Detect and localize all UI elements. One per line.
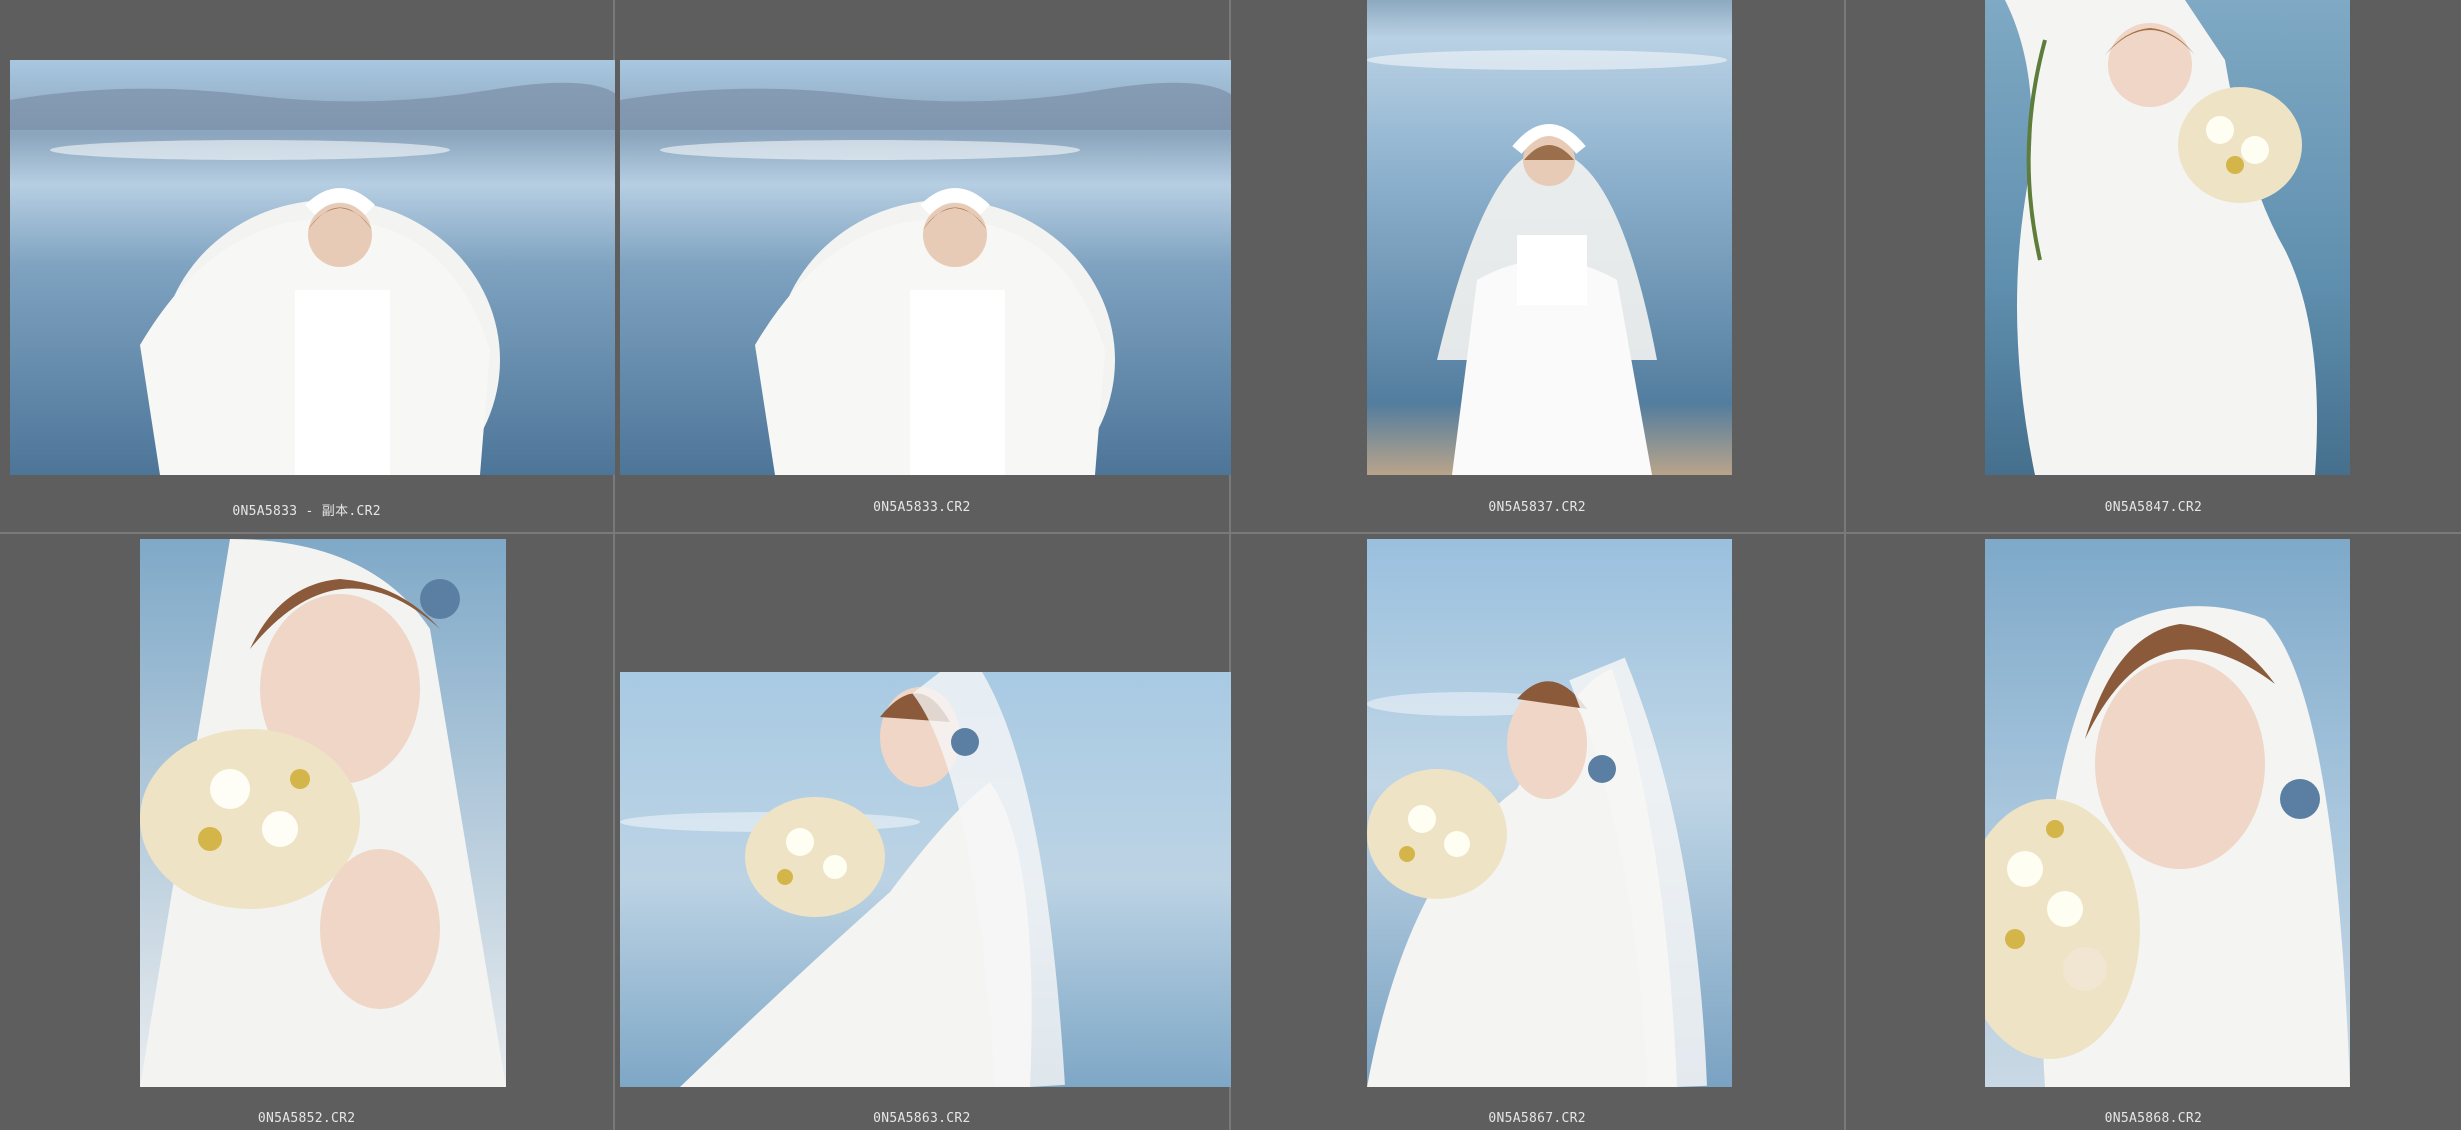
photo-thumbnail[interactable]: [140, 539, 506, 1087]
thumbnail-cell[interactable]: 0N5A5863.CR2: [615, 534, 1243, 1130]
photo-filename: 0N5A5863.CR2: [873, 1111, 971, 1126]
photo-thumbnail[interactable]: [10, 60, 625, 475]
thumbnail-cell[interactable]: 0N5A5868.CR2: [1845, 534, 2461, 1130]
photo-thumbnail[interactable]: [1366, 539, 1732, 1087]
thumbnail-cell[interactable]: 0N5A5833.CR2: [615, 0, 1243, 534]
photo-thumbnail[interactable]: [1984, 0, 2350, 475]
thumbnail-cell[interactable]: 0N5A5847.CR2: [1845, 0, 2461, 534]
photo-thumbnail[interactable]: [1984, 539, 2350, 1087]
thumbnail-grid: 0N5A5833 - 副本.CR2 0N5A5833.CR2 0N5A5837.…: [0, 0, 2461, 1130]
photo-filename: 0N5A5833.CR2: [873, 500, 971, 515]
photo-filename: 0N5A5837.CR2: [1488, 500, 1586, 515]
thumbnail-cell[interactable]: 0N5A5833 - 副本.CR2: [0, 0, 625, 534]
thumbnail-cell[interactable]: 0N5A5837.CR2: [1230, 0, 1846, 534]
photo-filename: 0N5A5852.CR2: [257, 1111, 356, 1126]
photo-filename: 0N5A5867.CR2: [1488, 1111, 1586, 1126]
photo-thumbnail[interactable]: [1366, 0, 1732, 475]
thumbnail-cell[interactable]: 0N5A5852.CR2: [0, 534, 616, 1130]
photo-filename: 0N5A5847.CR2: [2104, 500, 2203, 515]
photo-thumbnail[interactable]: [620, 672, 1243, 1087]
thumbnail-cell[interactable]: 0N5A5867.CR2: [1230, 534, 1846, 1130]
photo-thumbnail[interactable]: [620, 60, 1243, 475]
photo-filename: 0N5A5868.CR2: [2104, 1111, 2203, 1126]
photo-filename: 0N5A5833 - 副本.CR2: [232, 504, 381, 519]
